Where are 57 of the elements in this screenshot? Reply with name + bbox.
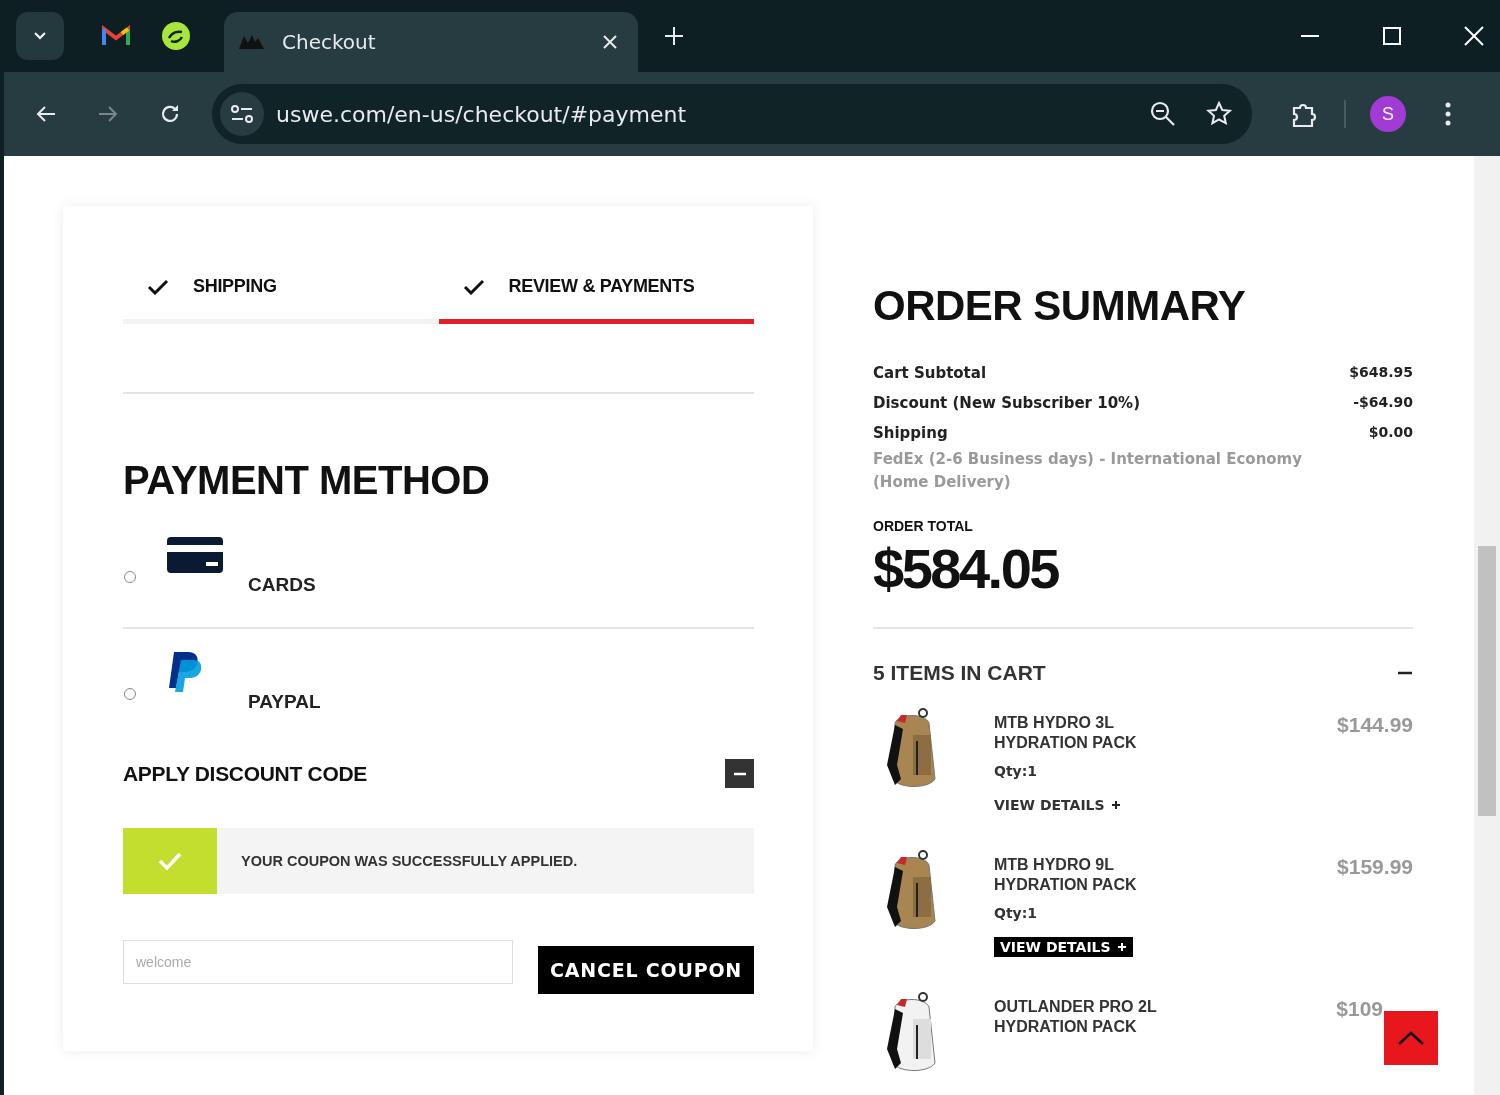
site-logo-icon	[238, 34, 266, 50]
product-name: MTB HYDRO 9L HYDRATION PACK	[994, 855, 1138, 895]
product-price: $109	[1336, 997, 1383, 1021]
scrollbar[interactable]	[1474, 156, 1500, 1095]
cart-count-title: 5 ITEMS IN CART	[873, 661, 1046, 685]
site-settings-icon[interactable]	[230, 104, 254, 124]
payment-method-label: CARDS	[248, 574, 316, 596]
check-icon	[147, 278, 169, 295]
credit-card-icon	[166, 535, 224, 575]
maximize-icon[interactable]	[1382, 26, 1402, 46]
check-icon	[462, 278, 485, 295]
success-text: YOUR COUPON WAS SUCCESSFULLY APPLIED.	[241, 853, 578, 869]
coupon-code-field[interactable]: welcome	[123, 940, 513, 984]
checkout-step-tab[interactable]: REVIEW & PAYMENTS	[438, 276, 754, 324]
summary-label: Cart Subtotal	[873, 364, 988, 382]
app-icon	[161, 21, 191, 51]
chevron-down-icon	[32, 31, 48, 41]
summary-label: Discount (New Subscriber 10%)	[873, 394, 1141, 412]
check-icon	[158, 851, 182, 871]
star-icon[interactable]	[1206, 101, 1232, 127]
collapse-button[interactable]	[725, 759, 754, 788]
scrollbar-thumb[interactable]	[1478, 546, 1496, 816]
quantity-text: Qty:1	[994, 905, 1038, 921]
product-price: $144.99	[1337, 713, 1413, 737]
shipping-method-text: FedEx (2-6 Business days) - International Economy (Home Delivery)	[873, 449, 1304, 493]
checkout-step-tab[interactable]: SHIPPING	[123, 276, 439, 324]
payment-method-label: PAYPAL	[248, 691, 321, 713]
view-details-link[interactable]: VIEW DETAILS	[994, 795, 1127, 815]
new-tab-icon[interactable]	[664, 26, 684, 46]
order-total-value: $584.05	[873, 536, 1060, 601]
summary-value: -$64.90	[1353, 394, 1413, 410]
summary-label: Shipping	[873, 424, 949, 442]
summary-value: $648.95	[1349, 364, 1413, 380]
url-text: uswe.com/en-us/checkout/#payment	[276, 101, 687, 127]
section-title: APPLY DISCOUNT CODE	[123, 761, 367, 786]
product-name: OUTLANDER PRO 2L HYDRATION PACK	[994, 997, 1158, 1037]
menu-icon[interactable]	[1444, 101, 1452, 127]
mail-icon	[102, 25, 130, 47]
address-bar[interactable]: uswe.com/en-us/checkout/#payment	[212, 84, 1252, 144]
close-icon[interactable]	[602, 34, 618, 50]
product-name: MTB HYDRO 3L HYDRATION PACK	[994, 713, 1138, 753]
section-title: PAYMENT METHOD	[123, 458, 491, 503]
profile-avatar[interactable]: S	[1370, 96, 1406, 132]
plus-icon	[1110, 800, 1121, 810]
tab-title: Checkout	[282, 30, 377, 54]
product-price: $159.99	[1337, 855, 1413, 879]
zoom-icon[interactable]	[1150, 101, 1176, 127]
view-details-link[interactable]: VIEW DETAILS	[994, 937, 1133, 957]
summary-value: $0.00	[1368, 424, 1413, 440]
order-total-label: ORDER TOTAL	[873, 518, 974, 534]
quantity-text: Qty:1	[994, 763, 1038, 779]
plus-icon	[1116, 942, 1127, 952]
chevron-up-icon	[1397, 1030, 1425, 1046]
summary-title: ORDER SUMMARY	[873, 282, 1247, 330]
cancel-coupon-button[interactable]: CANCEL COUPON	[538, 946, 754, 994]
browser-tab[interactable]: Checkout	[224, 12, 638, 72]
scroll-to-top-button[interactable]	[1384, 1011, 1438, 1065]
